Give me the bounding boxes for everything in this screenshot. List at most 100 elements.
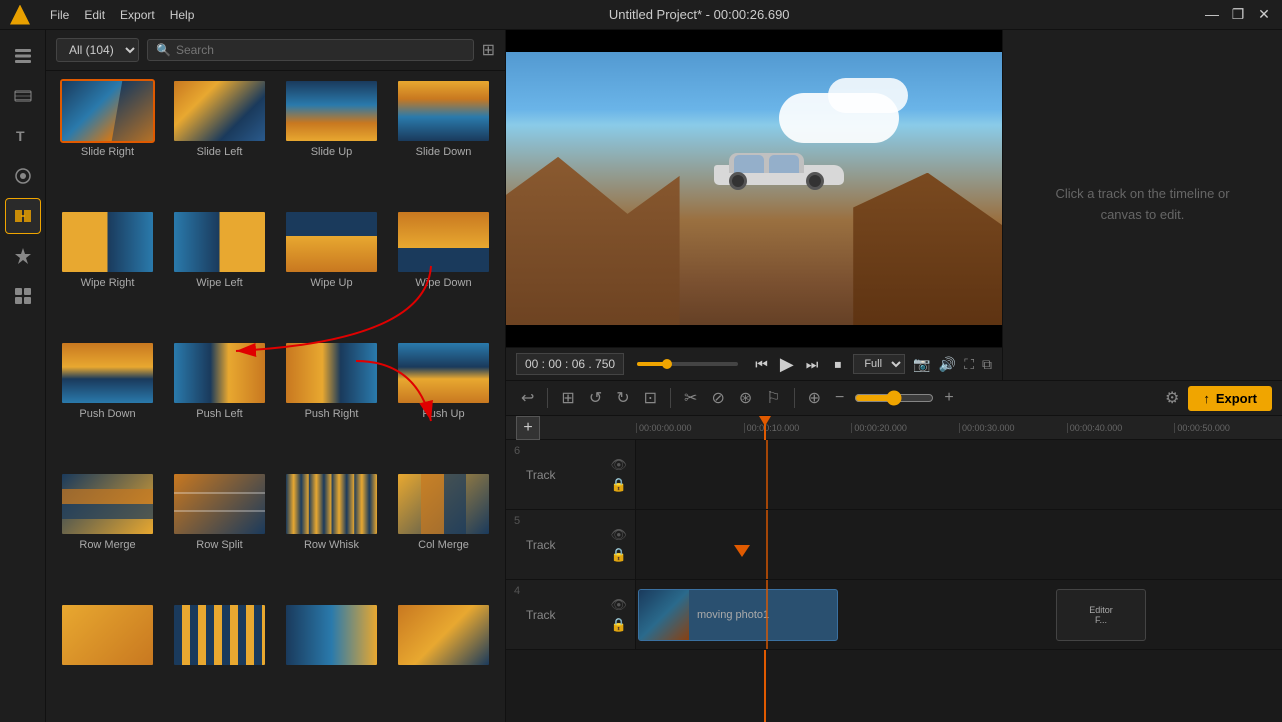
ruler-mark-0: 00:00:00.000 [636, 423, 744, 433]
video-clip-moving-photo[interactable]: moving photo1 [638, 589, 838, 641]
menu-file[interactable]: File [50, 8, 69, 22]
close-button[interactable]: ✕ [1256, 6, 1272, 23]
panel-header: All (104) 🔍 ⊞ [46, 30, 505, 71]
transition-more-4[interactable] [390, 603, 497, 714]
transition-col-merge[interactable]: Col Merge [390, 472, 497, 598]
transition-push-up[interactable]: Push Up [390, 341, 497, 467]
zoom-out-button[interactable]: − [830, 386, 849, 410]
toolbar-btn-2[interactable]: ↺ [584, 385, 607, 411]
editor-label-bottom: F... [1095, 615, 1107, 625]
video-canvas [506, 30, 1002, 347]
toolbar-btn-4[interactable]: ⊡ [639, 385, 662, 411]
track-content-6 [636, 440, 1282, 509]
timeline-playhead[interactable] [764, 416, 766, 439]
transition-push-down[interactable]: Push Down [54, 341, 161, 467]
toolbar-btn-1[interactable]: ⊞ [556, 385, 579, 411]
sidebar-icon-layers[interactable] [5, 38, 41, 74]
transition-more-2[interactable] [166, 603, 273, 714]
transition-slide-right[interactable]: Slide Right [54, 79, 161, 205]
toolbar-btn-9[interactable]: ⊕ [803, 385, 826, 411]
sidebar-icon-transitions[interactable] [5, 198, 41, 234]
push-up-thumb [396, 341, 491, 405]
track-row-6: 6 Track 👁 🔒 [506, 440, 1282, 510]
transition-slide-left[interactable]: Slide Left [166, 79, 273, 205]
volume-icon[interactable]: 🔊 [939, 356, 956, 373]
sidebar-icon-stickers[interactable] [5, 238, 41, 274]
preview-and-properties: 00 : 00 : 06 . 750 ⏮ ▶ ⏭ ⏹ Full [506, 30, 1282, 380]
category-dropdown[interactable]: All (104) [56, 38, 139, 62]
transition-push-right[interactable]: Push Right [278, 341, 385, 467]
window-controls[interactable]: — ❐ ✕ [1204, 6, 1272, 23]
zoom-dropdown[interactable]: Full [853, 354, 905, 374]
export-button[interactable]: ↑ Export [1188, 386, 1272, 411]
transition-row-split[interactable]: Row Split [166, 472, 273, 598]
zoom-in-button[interactable]: + [939, 386, 958, 410]
settings-icon[interactable]: ⚙ [1160, 385, 1184, 411]
fullscreen-icon[interactable]: ⛶ [964, 356, 974, 373]
push-left-thumb [172, 341, 267, 405]
skip-forward-button[interactable]: ⏭ [802, 354, 823, 375]
push-left-label: Push Left [196, 408, 242, 420]
more-4-thumb [396, 603, 491, 667]
transition-wipe-down[interactable]: Wipe Down [390, 210, 497, 336]
pip-icon[interactable]: ⧉ [982, 356, 992, 373]
maximize-button[interactable]: ❐ [1230, 6, 1246, 23]
editor-label-top: Editor [1089, 605, 1113, 615]
properties-panel: Click a track on the timeline orcanvas t… [1002, 30, 1282, 380]
lock-icon-6[interactable]: 🔒 [610, 477, 627, 493]
more-2-thumb [172, 603, 267, 667]
minimize-button[interactable]: — [1204, 6, 1220, 23]
visibility-icon-6[interactable]: 👁 [610, 457, 627, 473]
visibility-icon-5[interactable]: 👁 [610, 527, 627, 543]
properties-message: Click a track on the timeline orcanvas t… [1055, 184, 1229, 226]
transition-row-whisk[interactable]: Row Whisk [278, 472, 385, 598]
sidebar-icon-effects[interactable] [5, 158, 41, 194]
sidebar-icon-more[interactable] [5, 278, 41, 314]
transition-row-merge[interactable]: Row Merge [54, 472, 161, 598]
transition-wipe-left[interactable]: Wipe Left [166, 210, 273, 336]
transition-push-left[interactable]: Push Left [166, 341, 273, 467]
menu-help[interactable]: Help [170, 8, 195, 22]
sidebar-icon-audio[interactable] [5, 78, 41, 114]
track-controls-5: 👁 🔒 [610, 527, 627, 563]
zoom-slider[interactable] [854, 390, 934, 406]
toolbar-btn-7[interactable]: ⊛ [734, 385, 757, 411]
add-track-button[interactable]: + [516, 416, 540, 440]
lock-icon-4[interactable]: 🔒 [610, 617, 627, 633]
toolbar-btn-8[interactable]: ⚐ [761, 385, 785, 411]
skip-back-button[interactable]: ⏮ [751, 354, 772, 375]
stop-button[interactable]: ⏹ [830, 354, 845, 375]
track-row-5: 5 Track 👁 🔒 [506, 510, 1282, 580]
push-down-label: Push Down [79, 408, 135, 420]
menu-bar: File Edit Export Help [50, 8, 194, 22]
transition-more-1[interactable] [54, 603, 161, 714]
track-label-5: Track [526, 538, 556, 552]
wipe-up-thumb [284, 210, 379, 274]
lock-icon-5[interactable]: 🔒 [610, 547, 627, 563]
search-box[interactable]: 🔍 [147, 39, 474, 61]
transition-slide-down[interactable]: Slide Down [390, 79, 497, 205]
track-header-4: 4 Track 👁 🔒 [506, 580, 636, 649]
slide-left-label: Slide Left [197, 146, 243, 158]
toolbar-btn-3[interactable]: ↻ [611, 385, 634, 411]
video-progress-bar[interactable] [637, 362, 738, 366]
grid-view-button[interactable]: ⊞ [482, 40, 495, 60]
toolbar-separator-3 [794, 388, 795, 408]
search-input[interactable] [176, 43, 465, 57]
sidebar-icon-text[interactable]: T [5, 118, 41, 154]
transition-slide-up[interactable]: Slide Up [278, 79, 385, 205]
editor-clip[interactable]: Editor F... [1056, 589, 1146, 641]
snapshot-icon[interactable]: 📷 [913, 356, 930, 373]
play-button[interactable]: ▶ [780, 354, 794, 375]
toolbar-btn-6[interactable]: ⊘ [706, 385, 729, 411]
progress-fill [637, 362, 667, 366]
menu-export[interactable]: Export [120, 8, 155, 22]
visibility-icon-4[interactable]: 👁 [610, 597, 627, 613]
undo-button[interactable]: ↩ [516, 385, 539, 411]
toolbar-btn-5[interactable]: ✂ [679, 385, 702, 411]
transition-more-3[interactable] [278, 603, 385, 714]
transition-wipe-right[interactable]: Wipe Right [54, 210, 161, 336]
menu-edit[interactable]: Edit [84, 8, 105, 22]
transition-wipe-up[interactable]: Wipe Up [278, 210, 385, 336]
zoom-controls: Full [853, 354, 905, 374]
